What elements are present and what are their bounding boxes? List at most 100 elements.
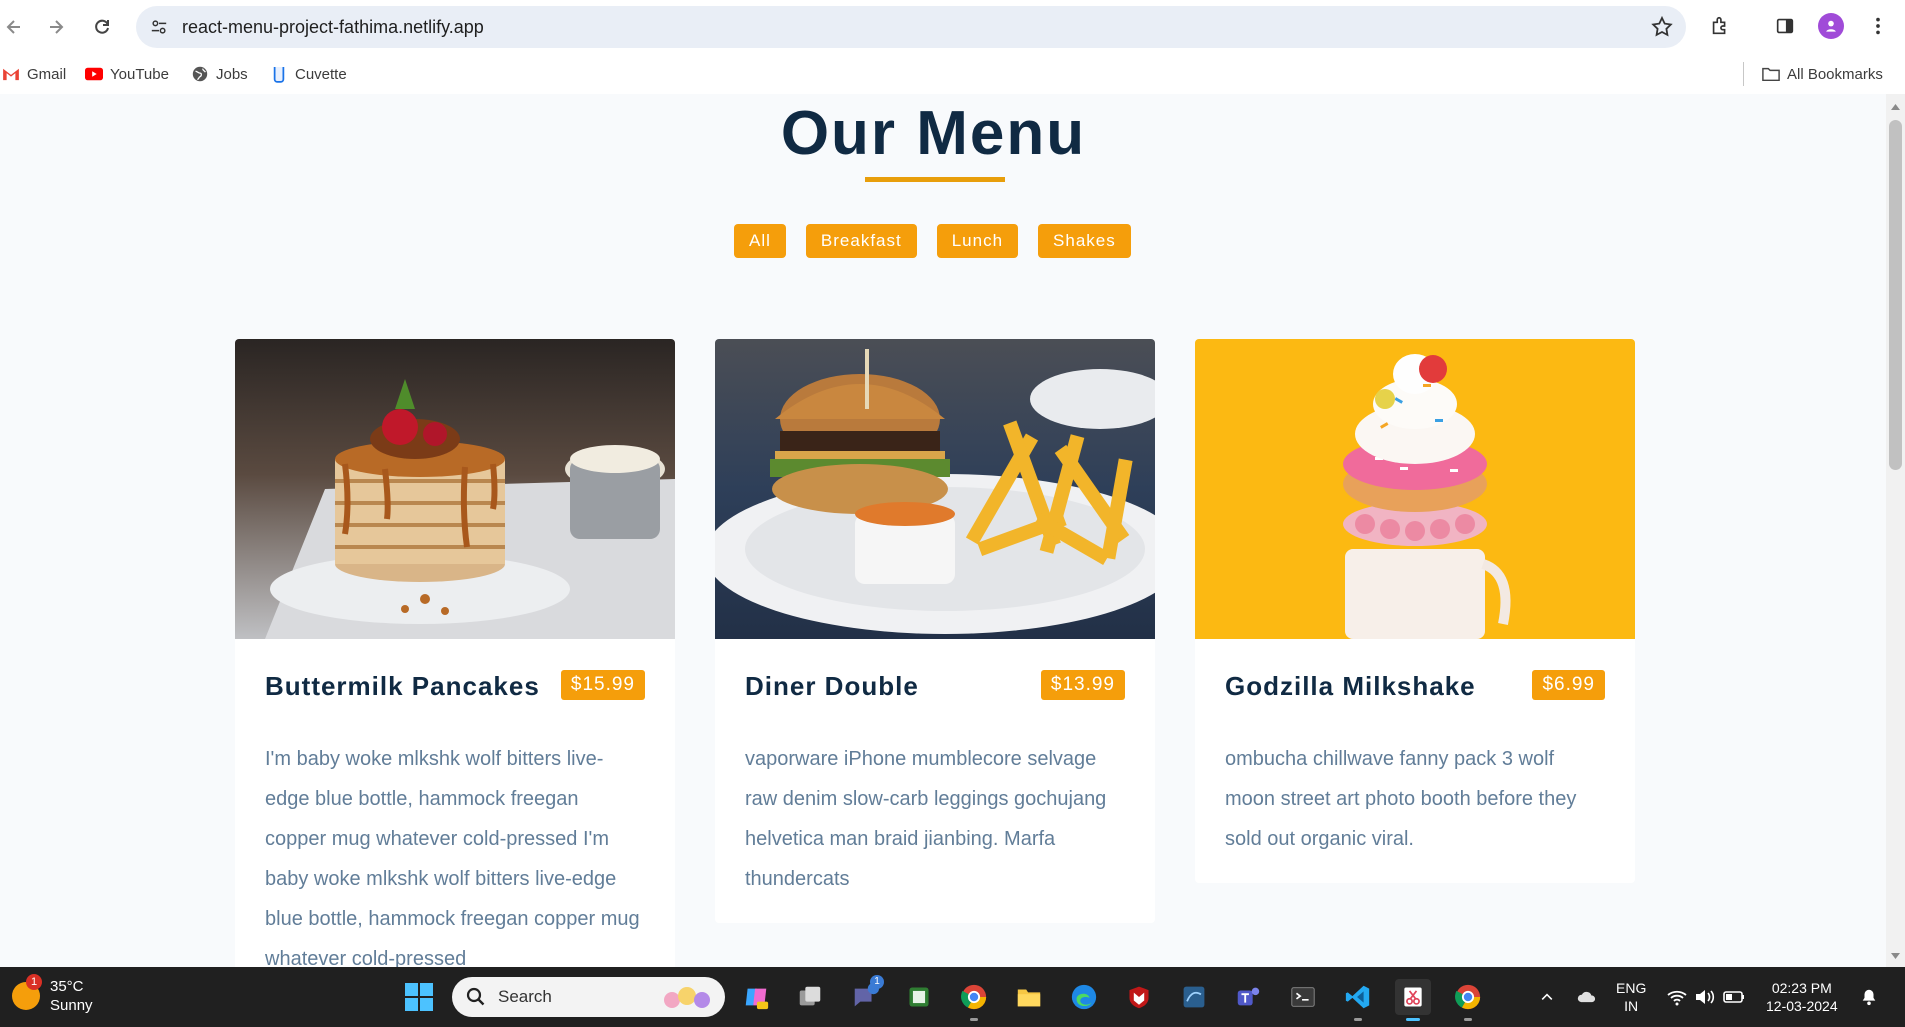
gmail-icon <box>2 65 20 83</box>
forward-button[interactable] <box>38 9 74 45</box>
bell-icon <box>1862 989 1876 1006</box>
bookmarks-bar: Gmail YouTube Jobs Cuvette All Bookmarks <box>0 54 1905 94</box>
running-indicator <box>970 1018 978 1021</box>
back-arrow-icon <box>6 20 20 34</box>
category-filters: All Breakfast Lunch Shakes <box>734 224 1131 258</box>
weather-widget[interactable]: 1 35°C Sunny <box>12 974 93 1015</box>
item-price-badge: $6.99 <box>1532 670 1605 700</box>
card-header: Godzilla Milkshake $6.99 <box>1195 639 1635 731</box>
filter-all-button[interactable]: All <box>734 224 786 258</box>
burger-photo <box>715 339 1155 639</box>
side-panel-icon[interactable] <box>1772 13 1798 39</box>
folder-icon <box>1762 65 1780 83</box>
weather-temperature: 35°C <box>50 978 84 995</box>
windows-taskbar: 1 35°C Sunny Search 1 ENG IN 02:23 PM 12… <box>0 967 1905 1027</box>
reload-icon <box>95 19 109 34</box>
bookmark-star-icon[interactable] <box>1650 15 1674 39</box>
quick-settings[interactable] <box>1664 979 1748 1015</box>
site-info-icon[interactable] <box>146 14 172 40</box>
vscode-icon <box>1345 985 1370 1009</box>
taskbar-chrome-2[interactable] <box>1450 979 1486 1021</box>
workbench-icon <box>1183 986 1205 1008</box>
item-description: vaporware iPhone mumblecore selvage raw … <box>745 748 1107 890</box>
item-description: ombucha chillwave fanny pack 3 wolf moon… <box>1225 748 1577 850</box>
chevron-up-icon <box>1541 993 1553 1000</box>
taskbar-teams[interactable] <box>1230 979 1266 1015</box>
extensions-icon[interactable] <box>1707 13 1733 39</box>
chrome-icon <box>1455 984 1481 1010</box>
bookmark-youtube[interactable]: YouTube <box>85 64 169 84</box>
profile-avatar[interactable] <box>1818 13 1844 39</box>
taskbar-file-explorer[interactable] <box>1011 979 1047 1015</box>
system-clock[interactable]: 02:23 PM 12-03-2024 <box>1766 979 1838 1015</box>
start-button[interactable] <box>401 979 437 1015</box>
taskbar-mcafee[interactable] <box>1121 979 1157 1015</box>
search-highlight-icon <box>664 987 710 1008</box>
page-viewport: Our Menu All Breakfast Lunch Shakes Butt… <box>0 94 1886 967</box>
teams-icon <box>1237 987 1260 1006</box>
address-bar[interactable]: react-menu-project-fathima.netlify.app <box>136 6 1686 48</box>
weather-notification-badge: 1 <box>26 974 42 990</box>
show-hidden-icons-button[interactable] <box>1529 979 1565 1015</box>
taskbar-search[interactable]: Search <box>452 977 725 1017</box>
clock-time: 02:23 PM <box>1771 980 1832 996</box>
forward-arrow-icon <box>50 20 64 34</box>
taskbar-snipping-tool[interactable] <box>1395 979 1431 1021</box>
taskbar-teams-chat[interactable]: 1 <box>847 975 884 1015</box>
browser-toolbar: react-menu-project-fathima.netlify.app <box>0 0 1905 54</box>
taskbar-chrome-1[interactable] <box>956 979 992 1021</box>
windows-logo-icon <box>405 983 433 1011</box>
cloud-icon <box>1577 991 1596 1003</box>
filter-breakfast-button[interactable]: Breakfast <box>805 224 917 258</box>
title-underline <box>865 177 1005 182</box>
language-indicator[interactable]: ENG IN <box>1616 979 1646 1015</box>
bookmark-cuvette[interactable]: Cuvette <box>270 64 347 84</box>
filter-lunch-button[interactable]: Lunch <box>936 224 1019 258</box>
pancakes-photo <box>235 339 675 639</box>
bookmark-label: Jobs <box>216 65 248 83</box>
taskbar-mysql-workbench[interactable] <box>1176 979 1212 1015</box>
paint-icon <box>909 987 929 1007</box>
card-header: Buttermilk Pancakes $15.99 <box>235 639 675 731</box>
scroll-down-arrow-icon[interactable] <box>1890 951 1901 961</box>
snipping-tool-icon <box>1404 987 1422 1007</box>
taskbar-edge[interactable] <box>1066 979 1102 1015</box>
card-header: Diner Double $13.99 <box>715 639 1155 731</box>
page-title: Our Menu <box>780 99 1087 168</box>
bookmark-jobs[interactable]: Jobs <box>191 64 248 84</box>
bookmark-label: YouTube <box>110 65 169 83</box>
all-bookmarks-button[interactable]: All Bookmarks <box>1762 64 1883 84</box>
search-icon <box>466 987 485 1006</box>
item-price-badge: $15.99 <box>560 670 645 700</box>
taskbar-app-paint[interactable] <box>901 979 937 1015</box>
bookmark-label: Cuvette <box>295 65 347 83</box>
notifications-button[interactable] <box>1851 979 1887 1015</box>
filter-shakes-button[interactable]: Shakes <box>1038 224 1131 258</box>
menu-item-card: Buttermilk Pancakes $15.99 I'm baby woke… <box>235 339 675 967</box>
folder-icon <box>1017 989 1041 1007</box>
back-button[interactable] <box>0 9 32 45</box>
bookmark-gmail[interactable]: Gmail <box>2 64 66 84</box>
all-bookmarks-label: All Bookmarks <box>1787 65 1883 83</box>
taskbar-vscode[interactable] <box>1340 979 1376 1021</box>
item-name: Godzilla Milkshake <box>1225 671 1476 701</box>
scroll-up-arrow-icon[interactable] <box>1890 102 1901 112</box>
onedrive-tray-icon[interactable] <box>1569 979 1605 1015</box>
clock-date: 12-03-2024 <box>1766 998 1838 1014</box>
taskbar-task-view[interactable] <box>792 979 828 1015</box>
scrollbar-thumb[interactable] <box>1889 120 1902 470</box>
item-price-badge: $13.99 <box>1040 670 1125 700</box>
milkshake-photo <box>1195 339 1635 639</box>
taskbar-terminal[interactable] <box>1285 979 1321 1015</box>
menu-item-card: Diner Double $13.99 vaporware iPhone mum… <box>715 339 1155 923</box>
wifi-volume-battery-icons <box>1667 990 1744 1006</box>
page-scrollbar[interactable] <box>1886 94 1905 967</box>
sun-icon: 1 <box>12 974 42 1010</box>
taskbar-copilot[interactable] <box>738 979 774 1015</box>
task-view-icon <box>799 986 821 1006</box>
browser-menu-icon[interactable] <box>1865 13 1891 39</box>
edge-icon <box>1071 984 1097 1010</box>
reload-button[interactable] <box>84 9 120 45</box>
url-text[interactable]: react-menu-project-fathima.netlify.app <box>182 17 484 38</box>
terminal-icon <box>1291 987 1315 1007</box>
